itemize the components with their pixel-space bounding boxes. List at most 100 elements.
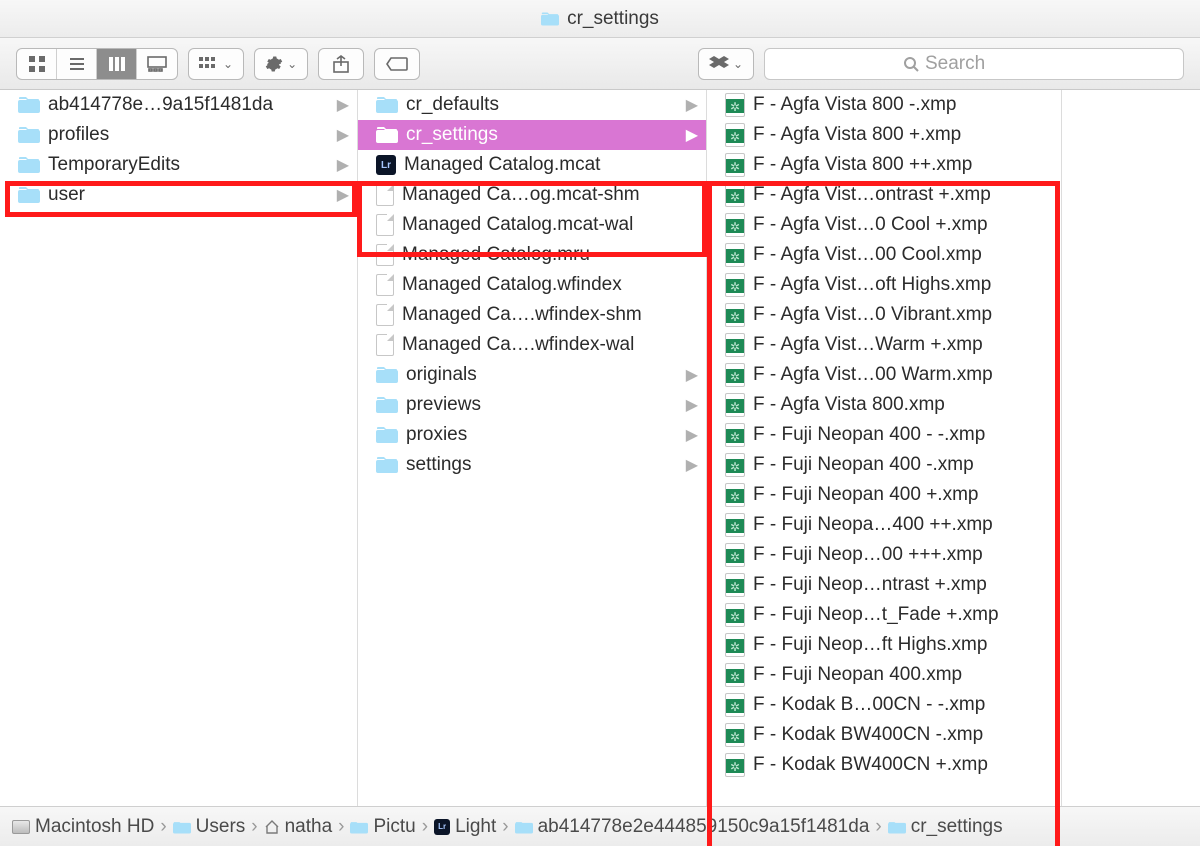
view-icon-columns[interactable] [97, 49, 137, 79]
item-label: F - Agfa Vista 800 -.xmp [753, 94, 956, 116]
search-input[interactable] [925, 53, 1045, 75]
view-mode-segment[interactable] [16, 48, 178, 80]
list-item[interactable]: settings▶ [358, 450, 706, 480]
xmp-icon [725, 753, 745, 777]
xmp-icon [725, 723, 745, 747]
list-item[interactable]: F - Agfa Vist…00 Cool.xmp [707, 240, 1061, 270]
breadcrumb-item[interactable]: natha [264, 816, 333, 838]
list-item[interactable]: Managed Ca….wfindex-wal [358, 330, 706, 360]
item-label: F - Agfa Vist…0 Cool +.xmp [753, 214, 988, 236]
xmp-icon [725, 213, 745, 237]
xmp-icon [725, 663, 745, 687]
search-field[interactable] [764, 48, 1184, 80]
list-item[interactable]: F - Fuji Neop…ft Highs.xmp [707, 630, 1061, 660]
breadcrumb-item[interactable]: Macintosh HD [12, 816, 154, 838]
list-item[interactable]: F - Fuji Neop…ntrast +.xmp [707, 570, 1061, 600]
breadcrumb-item[interactable]: ab414778e2e444859150c9a15f1481da [515, 816, 870, 838]
item-label: F - Fuji Neop…ntrast +.xmp [753, 574, 987, 596]
list-item[interactable]: F - Kodak B…00CN - -.xmp [707, 690, 1061, 720]
chevron-right-icon: ▶ [337, 125, 349, 145]
chevron-right-icon: ▶ [686, 125, 698, 145]
list-item[interactable]: Managed Catalog.mru [358, 240, 706, 270]
folder-icon [376, 97, 398, 113]
dropbox-button[interactable]: ⌄ [698, 48, 754, 80]
list-item[interactable]: F - Agfa Vista 800 -.xmp [707, 90, 1061, 120]
list-item[interactable]: previews▶ [358, 390, 706, 420]
list-item[interactable]: Managed Ca….wfindex-shm [358, 300, 706, 330]
file-icon [376, 334, 394, 356]
xmp-icon [725, 693, 745, 717]
folder-icon [350, 820, 368, 834]
action-menu-button[interactable]: ⌄ [254, 48, 308, 80]
item-label: F - Fuji Neopa…400 ++.xmp [753, 514, 993, 536]
list-item[interactable]: Managed Ca…og.mcat-shm [358, 180, 706, 210]
list-item[interactable]: ab414778e…9a15f1481da▶ [0, 90, 357, 120]
list-item[interactable]: cr_settings▶ [358, 120, 706, 150]
tags-button[interactable] [374, 48, 420, 80]
xmp-icon [725, 573, 745, 597]
file-icon [376, 214, 394, 236]
folder-icon [173, 820, 191, 834]
file-icon [376, 184, 394, 206]
list-item[interactable]: originals▶ [358, 360, 706, 390]
item-label: F - Agfa Vista 800.xmp [753, 394, 945, 416]
view-icon-gallery[interactable] [137, 49, 177, 79]
list-item[interactable]: F - Agfa Vista 800 ++.xmp [707, 150, 1061, 180]
list-item[interactable]: F - Kodak BW400CN -.xmp [707, 720, 1061, 750]
breadcrumb-item[interactable]: cr_settings [888, 816, 1003, 838]
list-item[interactable]: F - Agfa Vist…oft Highs.xmp [707, 270, 1061, 300]
list-item[interactable]: user▶ [0, 180, 357, 210]
column-2[interactable]: cr_defaults▶cr_settings▶LrManaged Catalo… [358, 90, 707, 806]
file-icon [376, 244, 394, 266]
list-item[interactable]: F - Kodak BW400CN +.xmp [707, 750, 1061, 780]
list-item[interactable]: profiles▶ [0, 120, 357, 150]
list-item[interactable]: LrManaged Catalog.mcat [358, 150, 706, 180]
list-item[interactable]: F - Agfa Vist…0 Cool +.xmp [707, 210, 1061, 240]
xmp-icon [725, 363, 745, 387]
list-item[interactable]: F - Agfa Vist…Warm +.xmp [707, 330, 1061, 360]
breadcrumb-item[interactable]: Users [173, 816, 246, 838]
toolbar: ⌄ ⌄ ⌄ [0, 38, 1200, 90]
list-item[interactable]: F - Fuji Neopa…400 ++.xmp [707, 510, 1061, 540]
xmp-icon [725, 153, 745, 177]
view-icon-list[interactable] [57, 49, 97, 79]
breadcrumb-item[interactable]: LrLight [434, 816, 496, 838]
list-item[interactable]: Managed Catalog.mcat-wal [358, 210, 706, 240]
list-item[interactable]: F - Fuji Neop…t_Fade +.xmp [707, 600, 1061, 630]
window-title: cr_settings [567, 8, 659, 30]
list-item[interactable]: proxies▶ [358, 420, 706, 450]
share-button[interactable] [318, 48, 364, 80]
search-icon [903, 56, 919, 72]
breadcrumb-label: natha [285, 816, 333, 838]
list-item[interactable]: F - Agfa Vista 800.xmp [707, 390, 1061, 420]
path-bar[interactable]: Macintosh HD›Users›natha›Pictu›LrLight›a… [0, 806, 1200, 846]
list-item[interactable]: F - Fuji Neop…00 +++.xmp [707, 540, 1061, 570]
column-3[interactable]: F - Agfa Vista 800 -.xmp F - Agfa Vista 8… [707, 90, 1062, 806]
folder-icon [18, 97, 40, 113]
breadcrumb-item[interactable]: Pictu [350, 816, 415, 838]
list-item[interactable]: F - Fuji Neopan 400 - -.xmp [707, 420, 1061, 450]
item-label: user [48, 184, 85, 206]
list-item[interactable]: F - Agfa Vist…ontrast +.xmp [707, 180, 1061, 210]
item-label: settings [406, 454, 471, 476]
list-item[interactable]: F - Fuji Neopan 400 +.xmp [707, 480, 1061, 510]
xmp-icon [725, 423, 745, 447]
list-item[interactable]: F - Agfa Vist…0 Vibrant.xmp [707, 300, 1061, 330]
group-by-button[interactable]: ⌄ [188, 48, 244, 80]
item-label: ab414778e…9a15f1481da [48, 94, 273, 116]
xmp-icon [725, 393, 745, 417]
item-label: F - Agfa Vist…0 Vibrant.xmp [753, 304, 992, 326]
list-item[interactable]: F - Agfa Vista 800 +.xmp [707, 120, 1061, 150]
xmp-icon [725, 303, 745, 327]
view-icon-grid[interactable] [17, 49, 57, 79]
list-item[interactable]: F - Fuji Neopan 400 -.xmp [707, 450, 1061, 480]
list-item[interactable]: F - Agfa Vist…00 Warm.xmp [707, 360, 1061, 390]
item-label: F - Fuji Neopan 400 -.xmp [753, 454, 974, 476]
item-label: F - Agfa Vista 800 +.xmp [753, 124, 961, 146]
list-item[interactable]: Managed Catalog.wfindex [358, 270, 706, 300]
item-label: F - Fuji Neopan 400.xmp [753, 664, 962, 686]
column-1[interactable]: ab414778e…9a15f1481da▶profiles▶Temporary… [0, 90, 358, 806]
list-item[interactable]: TemporaryEdits▶ [0, 150, 357, 180]
list-item[interactable]: cr_defaults▶ [358, 90, 706, 120]
list-item[interactable]: F - Fuji Neopan 400.xmp [707, 660, 1061, 690]
